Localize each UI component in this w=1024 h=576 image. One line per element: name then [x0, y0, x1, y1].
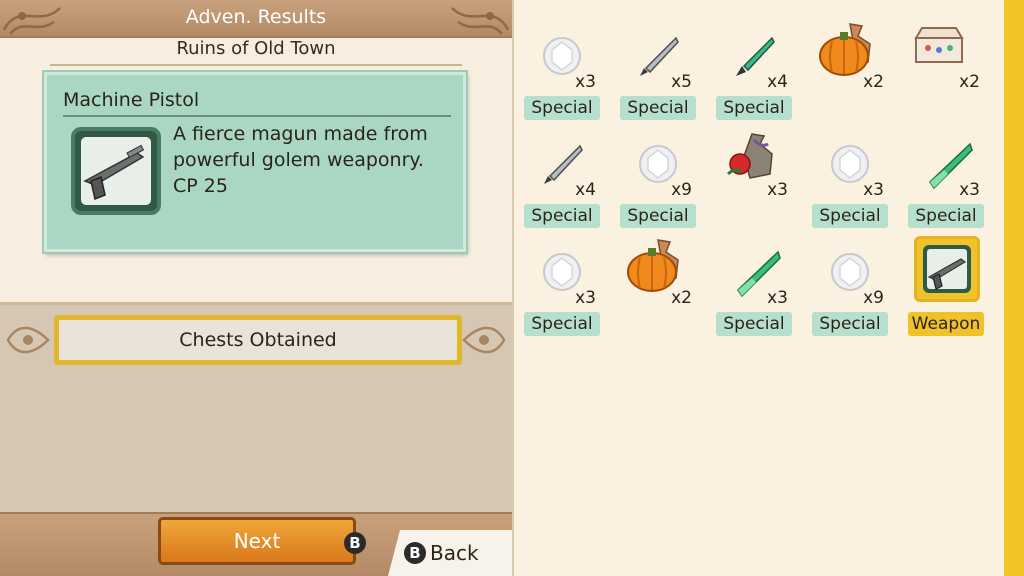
item-quantity: x2	[671, 288, 692, 308]
item-quantity: x3	[767, 180, 788, 200]
loot-item[interactable]: x9 Special	[620, 124, 696, 228]
item-stat: CP 25	[173, 175, 228, 197]
pistol-icon	[923, 245, 971, 293]
loot-item[interactable]: x3 Special	[524, 232, 600, 336]
loot-item[interactable]: Weapon	[908, 232, 984, 336]
ornament-icon	[6, 326, 50, 354]
item-quantity: x3	[767, 288, 788, 308]
item-quantity: x4	[575, 180, 596, 200]
item-quantity: x3	[863, 180, 884, 200]
pistol-icon	[71, 127, 161, 215]
item-name: Machine Pistol	[63, 89, 200, 111]
item-description: A fierce magun made from powerful golem …	[173, 121, 463, 199]
location-title: Ruins of Old Town	[176, 38, 336, 59]
loot-item[interactable]: x2	[908, 16, 980, 112]
item-quantity: x3	[575, 288, 596, 308]
loot-item[interactable]: x5 Special	[620, 16, 696, 120]
page-title: Adven. Results	[185, 6, 327, 28]
item-category-tag: Special	[716, 312, 792, 336]
loot-item[interactable]: x3	[716, 124, 788, 220]
chests-obtained-label: Chests Obtained	[54, 315, 462, 365]
selected-frame	[914, 236, 980, 302]
divider	[50, 64, 462, 66]
loot-item[interactable]: x3 Special	[716, 232, 792, 336]
item-quantity: x9	[863, 288, 884, 308]
back-label[interactable]: Back	[430, 541, 479, 565]
item-category-tag: Special	[620, 204, 696, 228]
b-button-icon: B	[344, 532, 366, 554]
item-category-tag: Special	[524, 312, 600, 336]
item-category-tag: Weapon	[908, 312, 984, 336]
item-description-text: A fierce magun made from powerful golem …	[173, 123, 428, 171]
jewel-box-icon	[912, 22, 964, 66]
item-category-tag: Special	[524, 204, 600, 228]
item-category-tag: Special	[716, 96, 792, 120]
pumpkin-bag-icon	[624, 238, 679, 292]
item-quantity: x5	[671, 72, 692, 92]
item-quantity: x3	[575, 72, 596, 92]
item-category-tag: Special	[620, 96, 696, 120]
loot-item[interactable]: x3 Special	[524, 16, 600, 120]
item-quantity: x9	[671, 180, 692, 200]
item-quantity: x3	[959, 180, 980, 200]
ornament-icon	[462, 326, 506, 354]
loot-item[interactable]: x2	[812, 16, 884, 112]
rose-bag-icon	[720, 130, 773, 179]
next-button[interactable]: Next	[158, 517, 356, 565]
item-quantity: x2	[863, 72, 884, 92]
loot-item[interactable]: x3 Special	[908, 124, 984, 228]
results-panel: Adven. Results Ruins of Old Town Machine…	[0, 0, 512, 576]
item-category-tag: Special	[524, 96, 600, 120]
item-detail-card: Machine Pistol A fierce magun made from …	[42, 70, 468, 254]
loot-item[interactable]: x9 Special	[812, 232, 888, 336]
scrollbar[interactable]	[1004, 0, 1024, 576]
title-bar: Adven. Results	[0, 0, 512, 38]
item-quantity: x2	[959, 72, 980, 92]
b-button-icon: B	[404, 542, 426, 564]
loot-item[interactable]: x3 Special	[812, 124, 888, 228]
item-category-tag: Special	[908, 204, 984, 228]
item-category-tag: Special	[812, 312, 888, 336]
divider	[63, 115, 451, 117]
loot-item[interactable]: x4 Special	[716, 16, 792, 120]
item-quantity: x4	[767, 72, 788, 92]
loot-item[interactable]: x4 Special	[524, 124, 600, 228]
pumpkin-bag-icon	[816, 22, 871, 76]
loot-item[interactable]: x2	[620, 232, 692, 328]
ornament-icon	[451, 7, 510, 35]
item-category-tag: Special	[812, 204, 888, 228]
